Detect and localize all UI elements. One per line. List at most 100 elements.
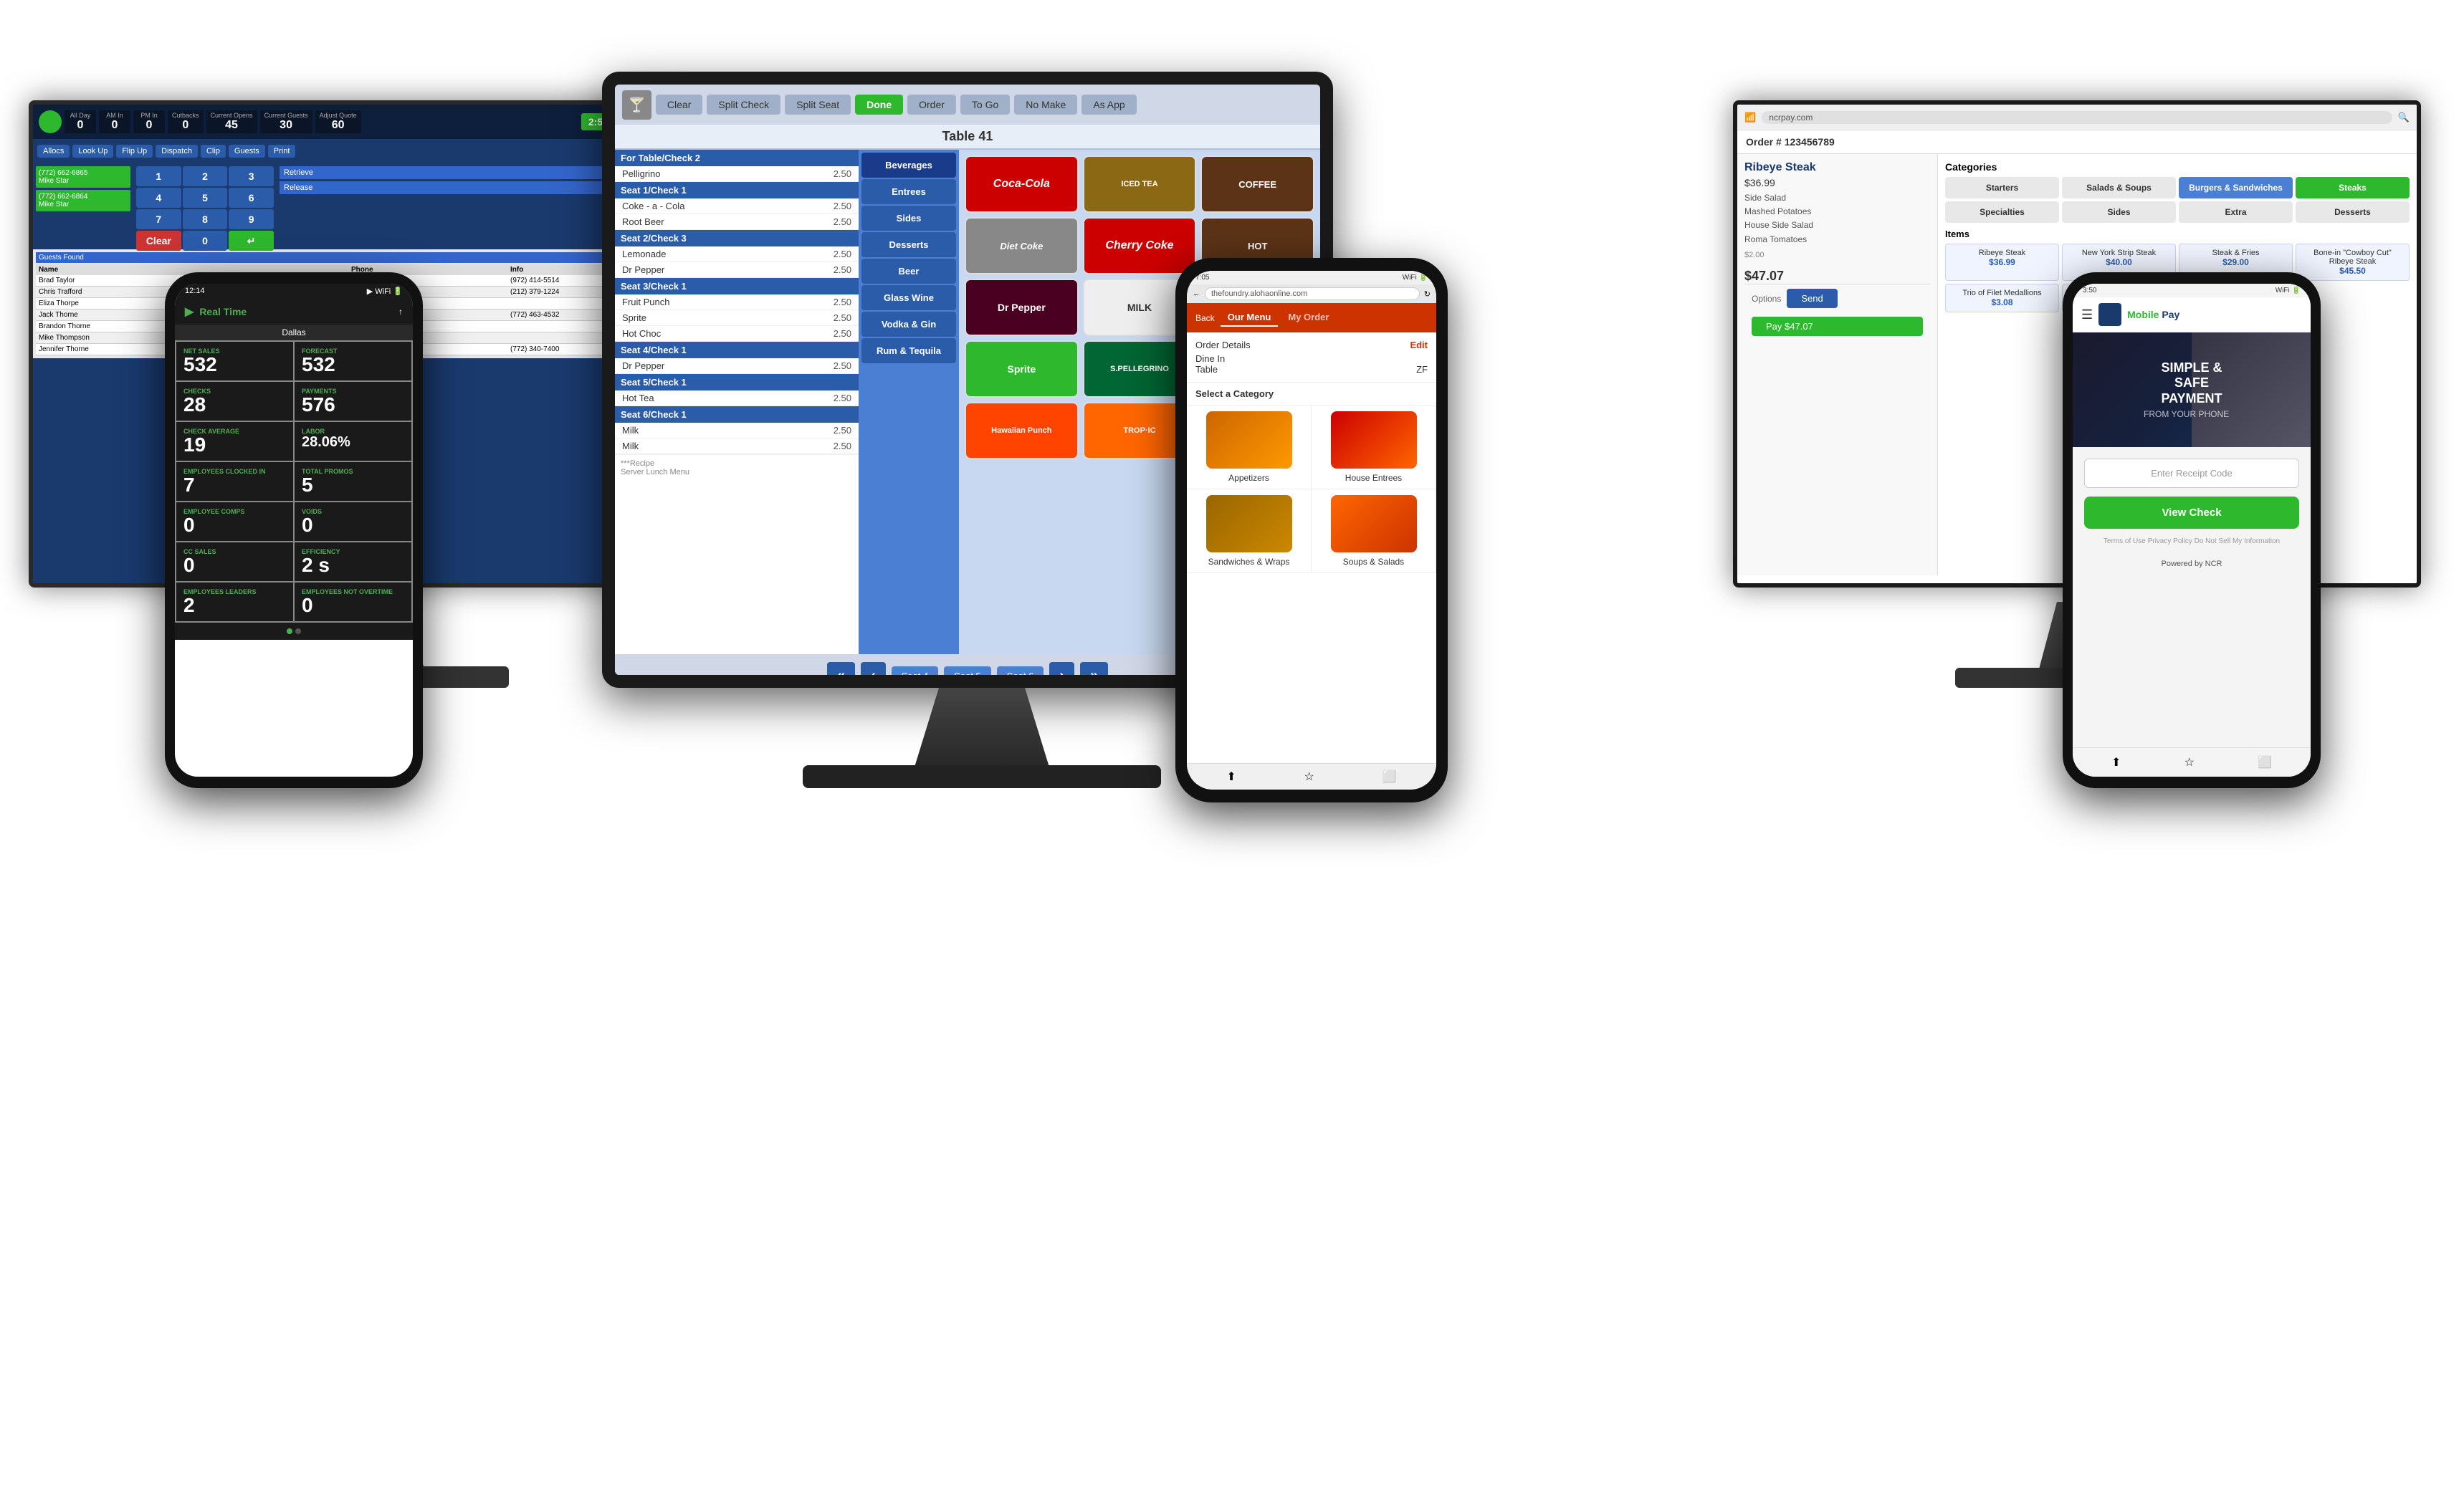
numkey-clear[interactable]: Clear <box>136 231 181 251</box>
food-card-soups-salads[interactable]: Soups & Salads <box>1312 489 1436 573</box>
numkey-2[interactable]: 2 <box>183 166 228 186</box>
flipup-button[interactable]: Flip Up <box>116 145 153 158</box>
tabs-icon[interactable]: ⬜ <box>2258 755 2272 770</box>
bev-dr-pepper[interactable]: Dr Pepper <box>965 279 1079 336</box>
cat-sides[interactable]: Sides <box>861 206 956 231</box>
asapp-button[interactable]: As App <box>1081 95 1136 115</box>
order-item[interactable]: Sprite 2.50 <box>615 310 859 326</box>
order-item[interactable]: Root Beer 2.50 <box>615 214 859 230</box>
food-card-house-entrees[interactable]: House Entrees <box>1312 406 1436 489</box>
tab-sides[interactable]: Sides <box>2062 201 2176 223</box>
numkey-7[interactable]: 7 <box>136 209 181 229</box>
search-icon[interactable]: 🔍 <box>2398 112 2410 123</box>
tab-steaks[interactable]: Steaks <box>2296 177 2410 198</box>
print-button[interactable]: Print <box>268 145 296 158</box>
guests-button[interactable]: Guests <box>229 145 265 158</box>
view-check-button[interactable]: View Check <box>2084 497 2299 529</box>
numkey-4[interactable]: 4 <box>136 188 181 208</box>
food-card-sandwiches[interactable]: Sandwiches & Wraps <box>1187 489 1312 573</box>
order-item[interactable]: Milk 2.50 <box>615 423 859 438</box>
numkey-enter[interactable]: ↵ <box>229 231 274 251</box>
order-item[interactable]: Fruit Punch 2.50 <box>615 294 859 310</box>
reload-icon[interactable]: ↻ <box>1424 289 1431 299</box>
numkey-5[interactable]: 5 <box>183 188 228 208</box>
cat-beer[interactable]: Beer <box>861 259 956 284</box>
bev-hawaiian-punch[interactable]: Hawaiian Punch <box>965 402 1079 459</box>
url-bar[interactable]: thefoundry.alohaonline.com <box>1205 287 1420 300</box>
cat-glass-wine[interactable]: Glass Wine <box>861 285 956 310</box>
lookup-button[interactable]: Look Up <box>72 145 113 158</box>
split-seat-button[interactable]: Split Seat <box>785 95 851 115</box>
hamburger-menu-icon[interactable]: ☰ <box>2081 307 2093 322</box>
numkey-3[interactable]: 3 <box>229 166 274 186</box>
pay-button[interactable]: Pay $47.07 <box>1752 317 1923 336</box>
togo-button[interactable]: To Go <box>960 95 1010 115</box>
dispatch-button[interactable]: Dispatch <box>156 145 198 158</box>
numkey-0[interactable]: 0 <box>183 231 228 251</box>
order-item[interactable]: Dr Pepper 2.50 <box>615 358 859 374</box>
upload-icon[interactable]: ↑ <box>398 307 403 317</box>
seat-6-button[interactable]: Seat 6 <box>997 666 1044 686</box>
order-item[interactable]: Dr Pepper 2.50 <box>615 262 859 278</box>
order-item[interactable]: Pelligrino 2.50 <box>615 166 859 182</box>
tab-desserts[interactable]: Desserts <box>2296 201 2410 223</box>
order-item[interactable]: Lemonade 2.50 <box>615 246 859 262</box>
menu-item-ribeye[interactable]: Ribeye Steak $36.99 <box>1945 244 2059 281</box>
prev-button[interactable]: ‹ <box>861 662 886 689</box>
tab-our-menu[interactable]: Our Menu <box>1221 309 1279 327</box>
next-button[interactable]: › <box>1049 662 1074 689</box>
cat-beverages[interactable]: Beverages <box>861 153 956 178</box>
tabs-icon[interactable]: ⬜ <box>1383 770 1397 784</box>
server-entry-2[interactable]: (772) 662-6864Mike Star <box>36 190 130 211</box>
bev-coca-cola[interactable]: Coca-Cola <box>965 155 1079 213</box>
numkey-6[interactable]: 6 <box>229 188 274 208</box>
cat-rum[interactable]: Rum & Tequila <box>861 338 956 363</box>
clip-button[interactable]: Clip <box>201 145 226 158</box>
menu-item-trio-filet[interactable]: Trio of Filet Medallions $3.08 <box>1945 284 2059 312</box>
back-arrow-icon[interactable]: ← <box>1193 289 1200 298</box>
cat-entrees[interactable]: Entrees <box>861 179 956 204</box>
seat-5-button[interactable]: Seat 5 <box>944 666 991 686</box>
menu-back-button[interactable]: Back <box>1195 313 1215 323</box>
next-nav-button[interactable]: » <box>1080 662 1108 689</box>
right-url-bar[interactable]: ncrpay.com <box>1762 111 2392 124</box>
done-button[interactable]: Done <box>855 95 903 115</box>
order-item[interactable]: Milk 2.50 <box>615 438 859 454</box>
share-icon[interactable]: ⬆ <box>2111 755 2121 770</box>
edit-button[interactable]: Edit <box>1410 340 1428 350</box>
item-name: Milk <box>622 425 639 436</box>
cat-desserts[interactable]: Desserts <box>861 232 956 257</box>
bev-coffee[interactable]: COFFEE <box>1200 155 1314 213</box>
seat-4-button[interactable]: Seat 4 <box>892 666 939 686</box>
tab-extra[interactable]: Extra <box>2179 201 2293 223</box>
send-button[interactable]: Send <box>1787 289 1837 308</box>
order-item[interactable]: Hot Choc 2.50 <box>615 326 859 342</box>
bev-sprite[interactable]: Sprite <box>965 340 1079 398</box>
tab-burgers[interactable]: Burgers & Sandwiches <box>2179 177 2293 198</box>
tab-specialties[interactable]: Specialties <box>1945 201 2059 223</box>
numkey-8[interactable]: 8 <box>183 209 228 229</box>
numkey-9[interactable]: 9 <box>229 209 274 229</box>
food-card-appetizers[interactable]: Appetizers <box>1187 406 1312 489</box>
bev-diet-coke[interactable]: Diet Coke <box>965 217 1079 274</box>
order-item[interactable]: Hot Tea 2.50 <box>615 390 859 406</box>
cat-vodka[interactable]: Vodka & Gin <box>861 312 956 337</box>
tab-salads-soups[interactable]: Salads & Soups <box>2062 177 2176 198</box>
server-entry-1[interactable]: (772) 662-6865Mike Star <box>36 166 130 188</box>
bev-iced-tea[interactable]: ICED TEA <box>1083 155 1197 213</box>
bookmark-icon[interactable]: ☆ <box>1304 770 1314 784</box>
share-icon[interactable]: ⬆ <box>1226 770 1236 784</box>
split-check-button[interactable]: Split Check <box>707 95 780 115</box>
clear-button[interactable]: Clear <box>656 95 702 115</box>
tab-starters[interactable]: Starters <box>1945 177 2059 198</box>
tab-my-order[interactable]: My Order <box>1281 309 1336 327</box>
order-button[interactable]: Order <box>907 95 956 115</box>
bookmark-icon[interactable]: ☆ <box>2184 755 2195 770</box>
order-item[interactable]: Coke - a - Cola 2.50 <box>615 198 859 214</box>
numkey-1[interactable]: 1 <box>136 166 181 186</box>
allocs-button[interactable]: Allocs <box>37 145 70 158</box>
nomake-button[interactable]: No Make <box>1014 95 1077 115</box>
prev-nav-button[interactable]: « <box>827 662 855 689</box>
play-button[interactable] <box>39 110 62 133</box>
receipt-code-input[interactable]: Enter Receipt Code <box>2084 459 2299 488</box>
